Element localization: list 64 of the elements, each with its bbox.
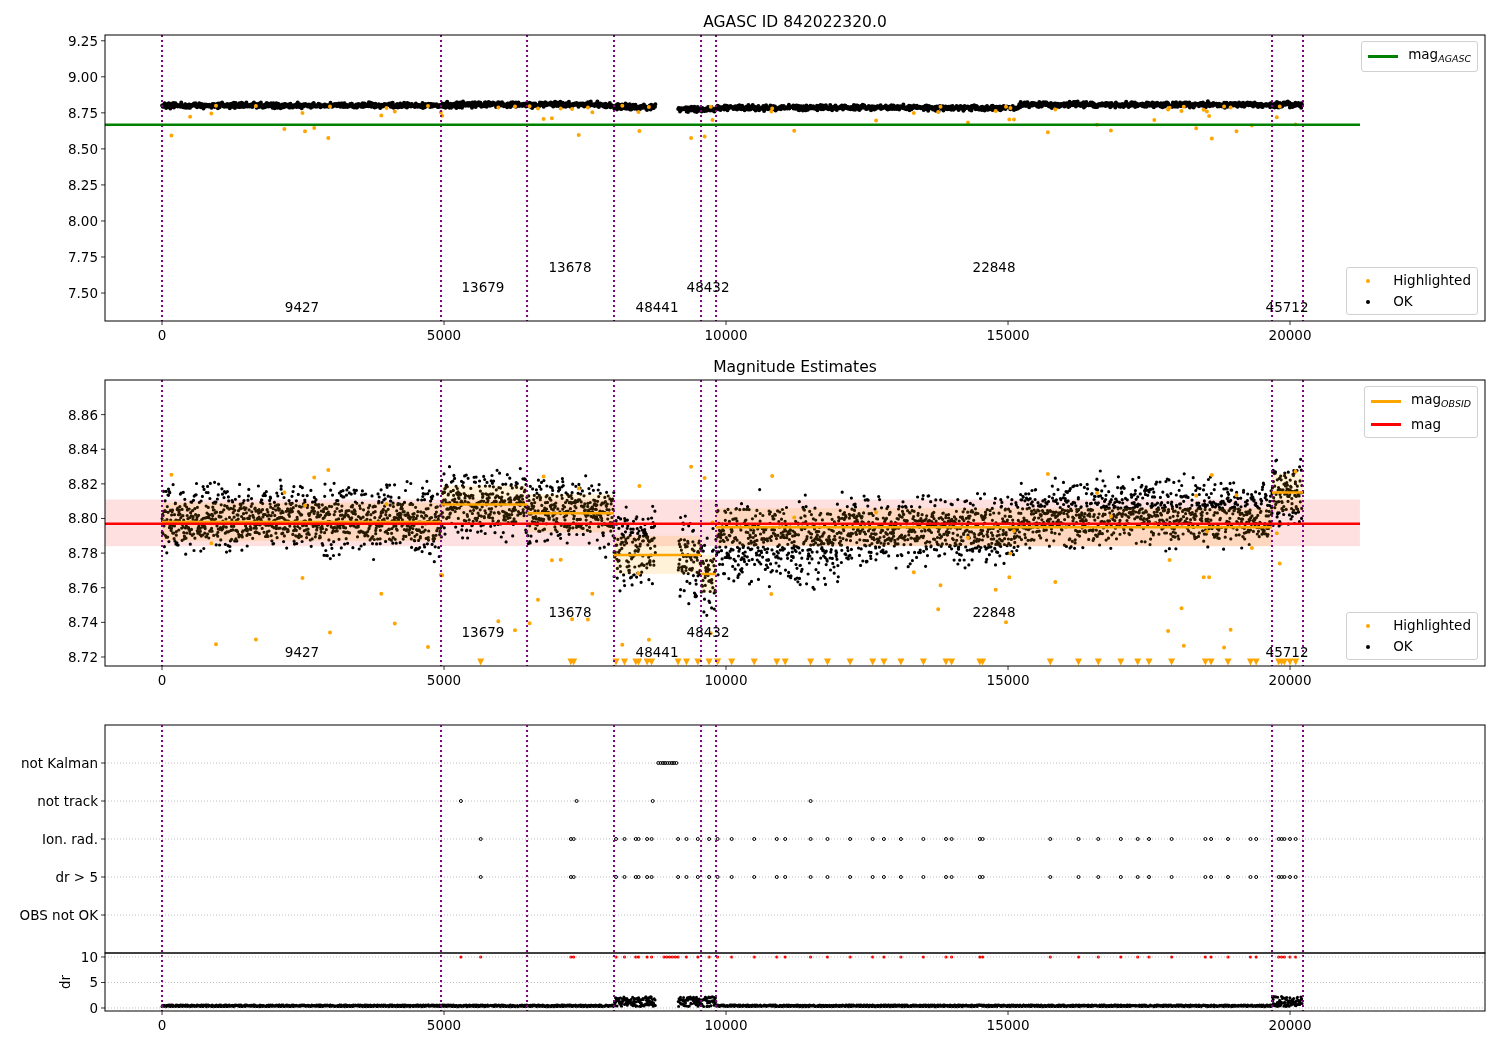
x-tick-label: 0 bbox=[157, 672, 167, 688]
y-tick-label: 8.84 bbox=[67, 441, 98, 458]
x-tick-label: 20000 bbox=[1268, 327, 1312, 343]
x-tick-label: 15000 bbox=[986, 672, 1030, 688]
category-label: Ion. rad. bbox=[41, 831, 98, 847]
x-tick-label: 0 bbox=[157, 327, 167, 343]
x-tick-label: 20000 bbox=[1268, 672, 1312, 688]
obsid-label: 45712 bbox=[1265, 644, 1309, 660]
y-tick-label: 0 bbox=[89, 1000, 98, 1016]
x-tick-label: 20000 bbox=[1268, 1017, 1312, 1033]
x-tick-label: 10000 bbox=[704, 1017, 748, 1033]
legend-label: Highlighted bbox=[1393, 616, 1471, 635]
obsid-label: 13679 bbox=[461, 279, 505, 295]
obsid-label: 22848 bbox=[972, 604, 1016, 620]
x-tick-label: 5000 bbox=[426, 1017, 462, 1033]
x-tick-label: 5000 bbox=[426, 327, 462, 343]
obsid-label: 48441 bbox=[635, 644, 679, 660]
x-tick-label: 10000 bbox=[704, 327, 748, 343]
legend-label: OK bbox=[1393, 637, 1413, 656]
obsid-label: 22848 bbox=[972, 259, 1016, 275]
axis-label: dr bbox=[57, 974, 73, 990]
category-label: dr > 5 bbox=[55, 869, 98, 885]
y-tick-label: 5 bbox=[89, 974, 98, 991]
obsid-label: 45712 bbox=[1265, 299, 1309, 315]
legend-label: mag$_{OBSID}$ bbox=[1411, 390, 1471, 411]
chart-title: AGASC ID 842022320.0 bbox=[703, 13, 887, 31]
y-tick-label: 8.80 bbox=[67, 510, 98, 527]
y-tick-label: 8.82 bbox=[67, 475, 98, 492]
chart-title: Magnitude Estimates bbox=[713, 358, 877, 376]
y-tick-label: 8.25 bbox=[67, 176, 98, 193]
obsid-label: 13678 bbox=[548, 259, 592, 275]
y-tick-label: 8.50 bbox=[67, 140, 98, 157]
x-tick-label: 15000 bbox=[986, 1017, 1030, 1033]
y-tick-label: 7.75 bbox=[67, 249, 98, 265]
obsid-label: 48441 bbox=[635, 299, 679, 315]
y-tick-label: 10 bbox=[80, 949, 98, 965]
obsid-label: 48432 bbox=[686, 624, 730, 640]
x-tick-label: 0 bbox=[157, 1017, 167, 1033]
y-tick-label: 7.50 bbox=[67, 285, 98, 302]
x-tick-label: 15000 bbox=[986, 327, 1030, 343]
x-tick-label: 5000 bbox=[426, 672, 462, 688]
obsid-label: 13678 bbox=[548, 604, 592, 620]
category-label: not Kalman bbox=[20, 755, 98, 771]
flag-markers-drawing bbox=[656, 761, 679, 765]
obsid-label: 13679 bbox=[461, 624, 505, 640]
y-tick-label: 8.00 bbox=[67, 212, 98, 229]
legend-label: OK bbox=[1393, 292, 1413, 311]
y-tick-label: 9.25 bbox=[67, 32, 98, 49]
y-tick-label: 8.75 bbox=[67, 104, 98, 121]
y-tick-label: 8.74 bbox=[67, 614, 98, 631]
category-label: not track bbox=[37, 793, 98, 809]
obsid-label: 9427 bbox=[284, 644, 320, 660]
y-tick-label: 9.00 bbox=[67, 68, 98, 85]
legend-label: mag$_{AGASC}$ bbox=[1408, 45, 1471, 66]
obsid-label: 9427 bbox=[284, 299, 320, 315]
legend-label: Highlighted bbox=[1393, 271, 1471, 290]
obsid-label: 48432 bbox=[686, 279, 730, 295]
x-tick-label: 10000 bbox=[704, 672, 748, 688]
y-tick-label: 8.78 bbox=[67, 545, 98, 562]
y-tick-label: 8.86 bbox=[67, 406, 98, 423]
y-tick-label: 8.76 bbox=[67, 579, 98, 596]
y-tick-label: 8.72 bbox=[67, 649, 98, 665]
category-label: OBS not OK bbox=[19, 907, 98, 923]
legend-label: mag bbox=[1411, 414, 1442, 434]
